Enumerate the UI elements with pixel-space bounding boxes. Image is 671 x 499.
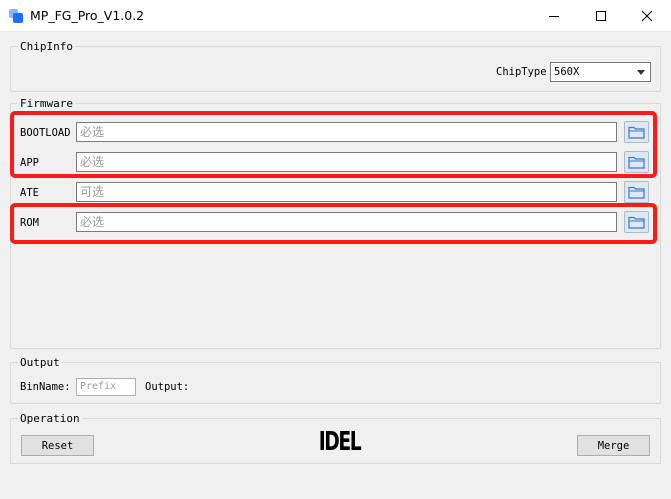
binname-input[interactable]: Prefix — [76, 378, 136, 396]
close-button[interactable] — [624, 0, 670, 31]
app-icon — [9, 9, 23, 23]
status-text: IDEL — [318, 427, 362, 457]
ate-label: ATE — [20, 187, 39, 199]
chevron-down-icon — [637, 70, 645, 75]
highlight-box-rom — [10, 203, 657, 244]
reset-button[interactable]: Reset — [21, 435, 94, 456]
chiptype-value: 560X — [554, 66, 580, 78]
operation-group-title: Operation — [18, 412, 82, 425]
close-icon — [641, 10, 653, 21]
firmware-group-title: Firmware — [18, 97, 75, 110]
ate-browse-button[interactable] — [624, 181, 649, 203]
output-group-title: Output — [18, 356, 62, 369]
output-label: Output: — [145, 381, 190, 393]
binname-label: BinName: — [20, 381, 71, 393]
window-title: MP_FG_Pro_V1.0.2 — [30, 8, 145, 23]
maximize-icon — [596, 10, 606, 21]
maximize-button[interactable] — [578, 0, 624, 31]
chiptype-label: ChipType — [496, 66, 547, 78]
minimize-icon — [549, 15, 559, 17]
chipinfo-group-title: ChipInfo — [18, 40, 75, 53]
highlight-box-bootload-app — [10, 111, 657, 178]
minimize-button[interactable] — [531, 0, 577, 31]
merge-button[interactable]: Merge — [577, 435, 650, 456]
ate-path-input[interactable]: 可选 — [76, 182, 617, 202]
title-bar: MP_FG_Pro_V1.0.2 — [0, 0, 671, 32]
folder-icon — [628, 186, 645, 199]
chiptype-select[interactable]: 560X — [550, 62, 651, 82]
